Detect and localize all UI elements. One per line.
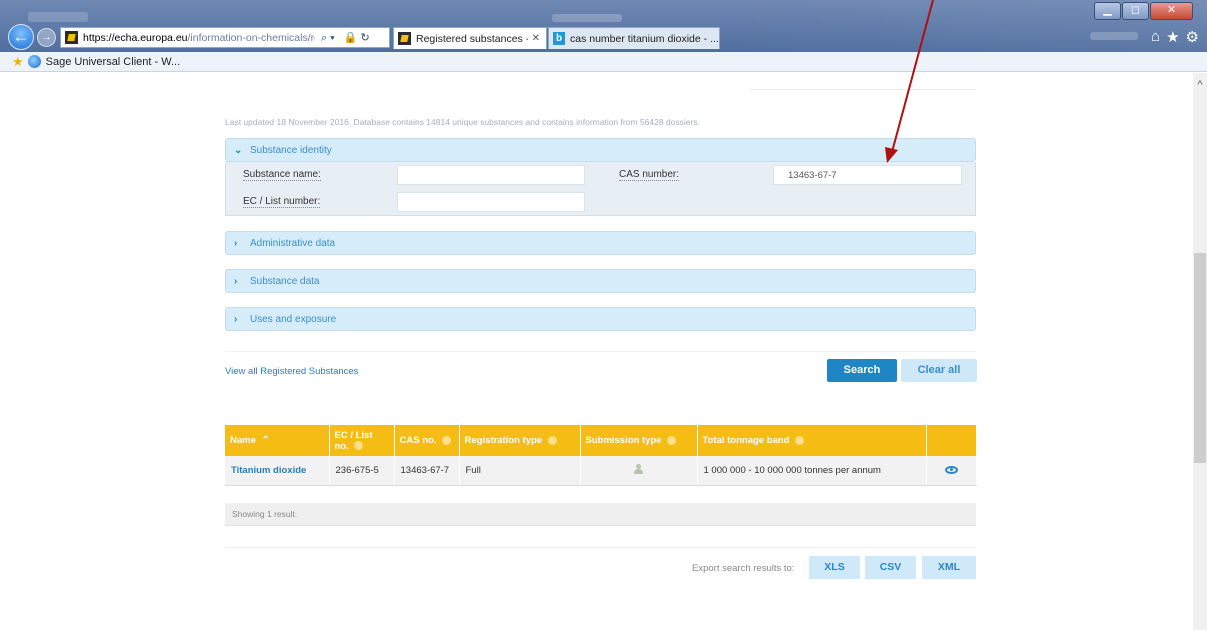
annotation-arrow-head	[885, 147, 898, 163]
annotation-arrow	[885, 0, 934, 163]
annotation-arrow-line	[891, 0, 934, 153]
